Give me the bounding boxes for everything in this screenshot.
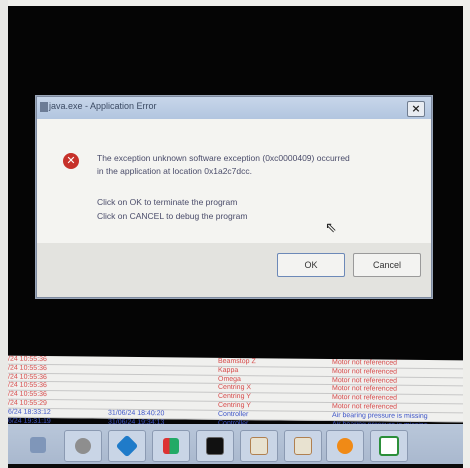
- log-time: /24 10:55:36: [8, 364, 47, 372]
- tools-icon[interactable]: [64, 430, 102, 462]
- close-button[interactable]: ×: [407, 101, 425, 117]
- log-time: /24 10:55:36: [8, 382, 47, 390]
- ok-button[interactable]: OK: [277, 253, 345, 277]
- log-source: Centring Y: [218, 393, 251, 401]
- event-log-table: /24 10:55:36 Beamstop Z Motor not refere…: [8, 355, 463, 431]
- log-end-time: 31/06/24 18:40:20: [108, 409, 165, 418]
- log-source: Centring Y: [218, 401, 251, 410]
- log-message: Motor not referenced: [332, 367, 397, 376]
- chart-app-icon[interactable]: [152, 430, 190, 462]
- dialog-titlebar[interactable]: java.exe - Application Error ×: [37, 97, 431, 119]
- screen: java.exe - Application Error × ✕ The exc…: [8, 6, 463, 464]
- orange-app-icon[interactable]: [326, 430, 364, 462]
- dialog-title: java.exe - Application Error: [49, 101, 157, 111]
- terminal-icon[interactable]: [196, 430, 234, 462]
- error-icon: ✕: [63, 153, 79, 169]
- log-message: Motor not referenced: [332, 394, 397, 402]
- log-time: 6/24 18:33:12: [8, 408, 51, 416]
- log-source: Centring X: [218, 384, 252, 392]
- ok-instruction: Click on OK to terminate the program: [97, 197, 238, 207]
- error-message-line-2: in the application at location 0x1a2c7dc…: [97, 166, 252, 176]
- log-message: Motor not referenced: [332, 376, 397, 385]
- window-icon: [40, 102, 48, 112]
- cancel-button[interactable]: Cancel: [353, 253, 421, 277]
- log-time: /24 10:55:36: [8, 355, 47, 364]
- start-orb-icon[interactable]: [20, 430, 56, 460]
- cube-app-icon[interactable]: [108, 430, 146, 462]
- taskbar: [8, 424, 463, 464]
- java-app-2-icon[interactable]: [284, 430, 322, 462]
- log-source: Beamstop Z: [218, 357, 256, 366]
- log-message: Motor not referenced: [332, 385, 397, 394]
- log-time: /24 10:55:36: [8, 373, 47, 381]
- error-message-line-1: The exception unknown software exception…: [97, 153, 350, 163]
- error-dialog: java.exe - Application Error × ✕ The exc…: [36, 96, 432, 298]
- java-app-icon[interactable]: [240, 430, 278, 462]
- cancel-instruction: Click on CANCEL to debug the program: [97, 211, 248, 221]
- window-app-icon[interactable]: [370, 430, 408, 462]
- monitor-bezel-left: [0, 0, 8, 468]
- log-source: Kappa: [218, 366, 239, 374]
- log-source: Controller: [218, 410, 249, 418]
- log-message: Air bearing pressure is missing: [332, 411, 428, 420]
- monitor-bezel-right: [463, 0, 470, 468]
- mouse-cursor-icon: ⇖: [325, 219, 337, 235]
- log-message: Motor not referenced: [332, 402, 397, 411]
- log-message: Motor not referenced: [332, 359, 397, 367]
- dialog-button-row: OK Cancel: [37, 243, 431, 297]
- log-time: /24 10:55:29: [8, 399, 47, 408]
- dialog-body: ✕ The exception unknown software excepti…: [37, 119, 431, 243]
- log-source: Omega: [218, 375, 241, 383]
- log-time: /24 10:55:36: [8, 390, 47, 399]
